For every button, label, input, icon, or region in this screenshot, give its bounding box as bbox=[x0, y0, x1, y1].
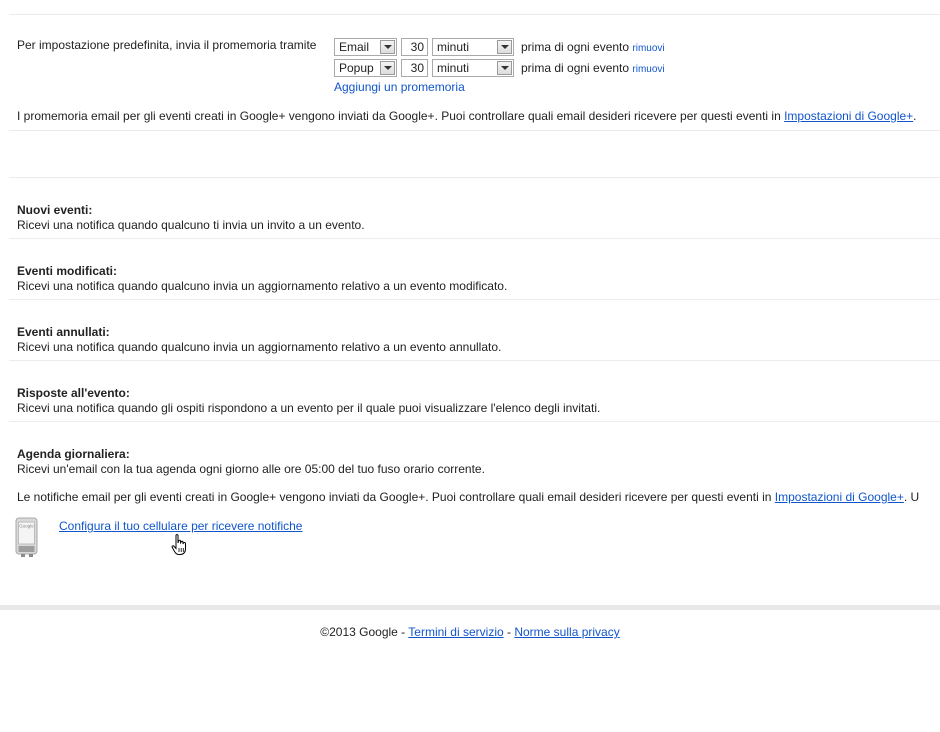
reminder-unit-select-2[interactable]: minuti bbox=[432, 59, 514, 77]
gplus-reminder-note: I promemoria email per gli eventi creati… bbox=[17, 109, 917, 123]
footer-separator: - bbox=[507, 625, 511, 639]
notif-title-new: Nuovi eventi: bbox=[17, 203, 93, 217]
section-divider-1 bbox=[9, 130, 940, 131]
notif-desc-new: Ricevi una notifica quando qualcuno ti i… bbox=[17, 218, 365, 232]
privacy-link[interactable]: Norme sulla privacy bbox=[514, 625, 619, 639]
reminder-method-value-1: Email bbox=[339, 40, 370, 54]
reminder-amount-input-2[interactable]: 30 bbox=[401, 59, 428, 77]
chevron-down-icon bbox=[497, 61, 512, 75]
row-divider bbox=[9, 421, 940, 422]
gplus-notification-note: Le notifiche email per gli eventi creati… bbox=[17, 490, 919, 504]
reminder-amount-input-1[interactable]: 30 bbox=[401, 38, 428, 56]
reminder-suffix-1: prima di ogni evento rimuovi bbox=[521, 40, 665, 56]
row-divider bbox=[9, 299, 940, 300]
gplus-settings-link[interactable]: Impostazioni di Google+ bbox=[784, 109, 913, 123]
notif-desc-agenda: Ricevi un'email con la tua agenda ogni g… bbox=[17, 462, 485, 476]
remove-reminder-link-2[interactable]: rimuovi bbox=[632, 64, 664, 75]
reminder-unit-value-2: minuti bbox=[437, 61, 470, 75]
notif-title-agenda: Agenda giornaliera: bbox=[17, 447, 130, 461]
chevron-down-icon bbox=[380, 61, 395, 75]
reminder-intro-label: Per impostazione predefinita, invia il p… bbox=[17, 38, 317, 52]
terms-link[interactable]: Termini di servizio bbox=[408, 625, 503, 639]
reminder-suffix-2: prima di ogni evento rimuovi bbox=[521, 61, 665, 77]
reminder-unit-select-1[interactable]: minuti bbox=[432, 38, 514, 56]
gplus-notification-note-text: Le notifiche email per gli eventi creati… bbox=[17, 490, 772, 504]
notif-desc-cancelled: Ricevi una notifica quando qualcuno invi… bbox=[17, 340, 502, 354]
gplus-notification-note-tail: . U bbox=[903, 490, 920, 504]
row-divider bbox=[9, 238, 940, 239]
copyright-text: ©2013 Google - bbox=[320, 625, 406, 639]
gplus-settings-link-2[interactable]: Impostazioni di Google+ bbox=[775, 490, 904, 504]
notif-title-replies: Risposte all'evento: bbox=[17, 386, 130, 400]
reminder-suffix-text-2: prima di ogni evento bbox=[521, 61, 630, 75]
reminder-suffix-text-1: prima di ogni evento bbox=[521, 40, 630, 54]
reminder-method-select-2[interactable]: Popup bbox=[334, 59, 397, 77]
reminder-method-value-2: Popup bbox=[339, 61, 374, 75]
notif-title-changed: Eventi modificati: bbox=[17, 264, 118, 278]
reminder-method-select-1[interactable]: Email bbox=[334, 38, 397, 56]
phone-brand-text: Google bbox=[19, 524, 34, 529]
hand-cursor-icon bbox=[170, 533, 190, 557]
section-divider-2 bbox=[9, 177, 940, 178]
gplus-reminder-note-tail: . bbox=[913, 109, 917, 123]
footer: ©2013 Google - Termini di servizio - Nor… bbox=[0, 625, 940, 639]
configure-mobile-link[interactable]: Configura il tuo cellulare per ricevere … bbox=[59, 519, 302, 533]
reminder-unit-value-1: minuti bbox=[437, 40, 470, 54]
gplus-reminder-note-text: I promemoria email per gli eventi creati… bbox=[17, 109, 781, 123]
chevron-down-icon bbox=[497, 40, 512, 54]
notif-desc-replies: Ricevi una notifica quando gli ospiti ri… bbox=[17, 401, 601, 415]
notif-desc-changed: Ricevi una notifica quando qualcuno invi… bbox=[17, 279, 508, 293]
remove-reminder-link-1[interactable]: rimuovi bbox=[632, 43, 664, 54]
phone-icon: Google bbox=[15, 517, 39, 557]
row-divider bbox=[9, 360, 940, 361]
notif-title-cancelled: Eventi annullati: bbox=[17, 325, 110, 339]
chevron-down-icon bbox=[380, 40, 395, 54]
add-reminder-link[interactable]: Aggiungi un promemoria bbox=[334, 80, 465, 94]
footer-divider bbox=[0, 605, 940, 610]
top-divider bbox=[9, 14, 940, 15]
